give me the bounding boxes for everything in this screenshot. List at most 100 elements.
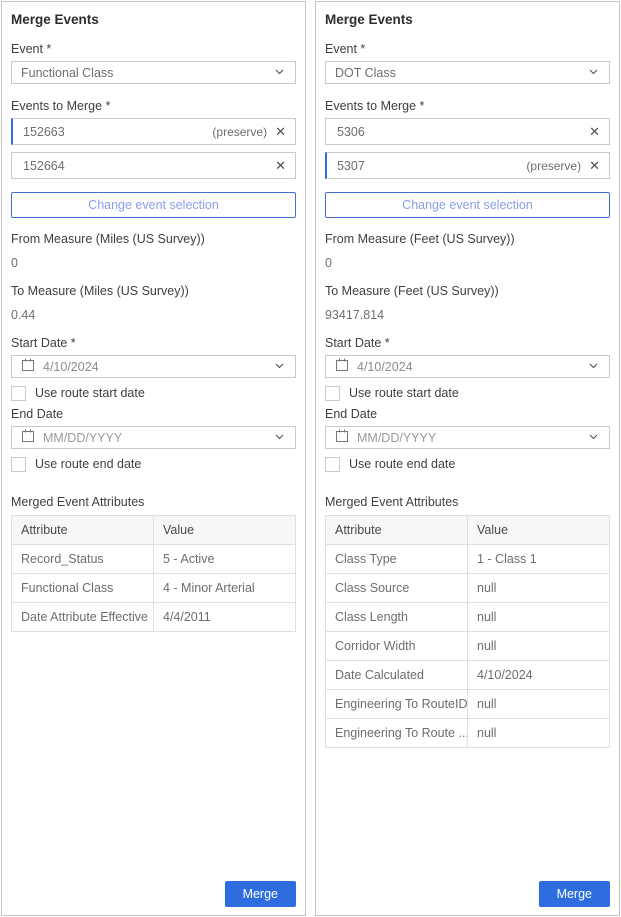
- use-route-start-date-checkbox[interactable]: [11, 386, 26, 401]
- panel-footer: Merge: [325, 873, 610, 907]
- change-event-selection-button[interactable]: Change event selection: [325, 192, 610, 218]
- attribute-cell: Date Attribute Effective: [12, 603, 154, 632]
- chevron-down-icon: [587, 65, 600, 81]
- end-date-label: End Date: [11, 407, 296, 421]
- attribute-column-header: Attribute: [326, 516, 468, 545]
- merge-events-panel-left: Merge Events Event * Functional Class Ev…: [1, 1, 306, 916]
- end-date-label: End Date: [325, 407, 610, 421]
- event-select[interactable]: DOT Class: [325, 61, 610, 84]
- merge-events-workspace: Merge Events Event * Functional Class Ev…: [0, 0, 621, 917]
- to-measure-label: To Measure (Feet (US Survey)): [325, 284, 610, 298]
- start-date-label: Start Date *: [325, 336, 610, 350]
- panel-footer: Merge: [11, 873, 296, 907]
- use-route-start-date-checkbox[interactable]: [325, 386, 340, 401]
- end-date-placeholder: MM/DD/YYYY: [43, 431, 122, 445]
- table-row: Date Attribute Effective 4/4/2011: [12, 603, 296, 632]
- remove-event-icon[interactable]: ✕: [589, 159, 600, 172]
- event-to-merge-row: 5306 ✕: [325, 118, 610, 145]
- calendar-icon: [21, 429, 35, 446]
- use-route-start-date-label[interactable]: Use route start date: [35, 386, 145, 400]
- event-select-value: DOT Class: [335, 66, 396, 80]
- event-to-merge-row: 152664 ✕: [11, 152, 296, 179]
- table-header-row: Attribute Value: [12, 516, 296, 545]
- value-cell: null: [468, 603, 610, 632]
- merge-button[interactable]: Merge: [225, 881, 296, 907]
- value-cell: 4 - Minor Arterial: [154, 574, 296, 603]
- attribute-column-header: Attribute: [12, 516, 154, 545]
- start-date-value: 4/10/2024: [357, 360, 413, 374]
- table-row: Engineering To RouteID null: [326, 690, 610, 719]
- value-column-header: Value: [154, 516, 296, 545]
- use-route-start-date-label[interactable]: Use route start date: [349, 386, 459, 400]
- attribute-cell: Corridor Width: [326, 632, 468, 661]
- end-date-input[interactable]: MM/DD/YYYY: [11, 426, 296, 449]
- table-row: Record_Status 5 - Active: [12, 545, 296, 574]
- from-measure-value: 0: [325, 256, 610, 270]
- attribute-cell: Class Length: [326, 603, 468, 632]
- table-header-row: Attribute Value: [326, 516, 610, 545]
- start-date-input[interactable]: 4/10/2024: [325, 355, 610, 378]
- chevron-down-icon: [587, 430, 600, 446]
- end-date-input[interactable]: MM/DD/YYYY: [325, 426, 610, 449]
- use-route-end-date-checkbox[interactable]: [11, 457, 26, 472]
- attribute-cell: Date Calculated: [326, 661, 468, 690]
- use-route-start-date-row: Use route start date: [11, 385, 296, 401]
- start-date-value: 4/10/2024: [43, 360, 99, 374]
- remove-event-icon[interactable]: ✕: [589, 125, 600, 138]
- use-route-end-date-checkbox[interactable]: [325, 457, 340, 472]
- from-measure-value: 0: [11, 256, 296, 270]
- preserve-badge: (preserve): [212, 125, 267, 139]
- event-select[interactable]: Functional Class: [11, 61, 296, 84]
- merged-event-attributes-table: Attribute Value Record_Status 5 - Active…: [11, 515, 296, 632]
- chevron-down-icon: [273, 359, 286, 375]
- calendar-icon: [335, 429, 349, 446]
- event-id: 5306: [337, 125, 365, 139]
- value-cell: 5 - Active: [154, 545, 296, 574]
- remove-event-icon[interactable]: ✕: [275, 125, 286, 138]
- table-row: Class Length null: [326, 603, 610, 632]
- table-row: Date Calculated 4/10/2024: [326, 661, 610, 690]
- events-to-merge-label: Events to Merge *: [11, 99, 296, 113]
- use-route-end-date-row: Use route end date: [11, 456, 296, 472]
- preserve-badge: (preserve): [526, 159, 581, 173]
- use-route-end-date-label[interactable]: Use route end date: [35, 457, 141, 471]
- merged-event-attributes-table: Attribute Value Class Type 1 - Class 1 C…: [325, 515, 610, 748]
- event-id: 152663: [23, 125, 65, 139]
- page-title: Merge Events: [325, 12, 610, 27]
- merge-button[interactable]: Merge: [539, 881, 610, 907]
- calendar-icon: [335, 358, 349, 375]
- value-cell: 4/10/2024: [468, 661, 610, 690]
- merge-events-panel-right: Merge Events Event * DOT Class Events to…: [315, 1, 620, 916]
- page-title: Merge Events: [11, 12, 296, 27]
- value-cell: 4/4/2011: [154, 603, 296, 632]
- attribute-cell: Engineering To RouteID: [326, 690, 468, 719]
- chevron-down-icon: [273, 65, 286, 81]
- chevron-down-icon: [273, 430, 286, 446]
- value-cell: null: [468, 719, 610, 748]
- merged-event-attributes-title: Merged Event Attributes: [325, 495, 610, 509]
- start-date-label: Start Date *: [11, 336, 296, 350]
- from-measure-label: From Measure (Miles (US Survey)): [11, 232, 296, 246]
- attribute-cell: Record_Status: [12, 545, 154, 574]
- calendar-icon: [21, 358, 35, 375]
- use-route-start-date-row: Use route start date: [325, 385, 610, 401]
- event-id: 152664: [23, 159, 65, 173]
- table-row: Class Type 1 - Class 1: [326, 545, 610, 574]
- event-label: Event *: [11, 42, 296, 56]
- merged-event-attributes-title: Merged Event Attributes: [11, 495, 296, 509]
- table-row: Corridor Width null: [326, 632, 610, 661]
- to-measure-value: 0.44: [11, 308, 296, 322]
- value-cell: null: [468, 574, 610, 603]
- use-route-end-date-row: Use route end date: [325, 456, 610, 472]
- to-measure-value: 93417.814: [325, 308, 610, 322]
- event-label: Event *: [325, 42, 610, 56]
- event-to-merge-row: 5307 (preserve) ✕: [325, 152, 610, 179]
- remove-event-icon[interactable]: ✕: [275, 159, 286, 172]
- from-measure-label: From Measure (Feet (US Survey)): [325, 232, 610, 246]
- event-to-merge-row: 152663 (preserve) ✕: [11, 118, 296, 145]
- attribute-cell: Class Type: [326, 545, 468, 574]
- table-row: Functional Class 4 - Minor Arterial: [12, 574, 296, 603]
- change-event-selection-button[interactable]: Change event selection: [11, 192, 296, 218]
- use-route-end-date-label[interactable]: Use route end date: [349, 457, 455, 471]
- start-date-input[interactable]: 4/10/2024: [11, 355, 296, 378]
